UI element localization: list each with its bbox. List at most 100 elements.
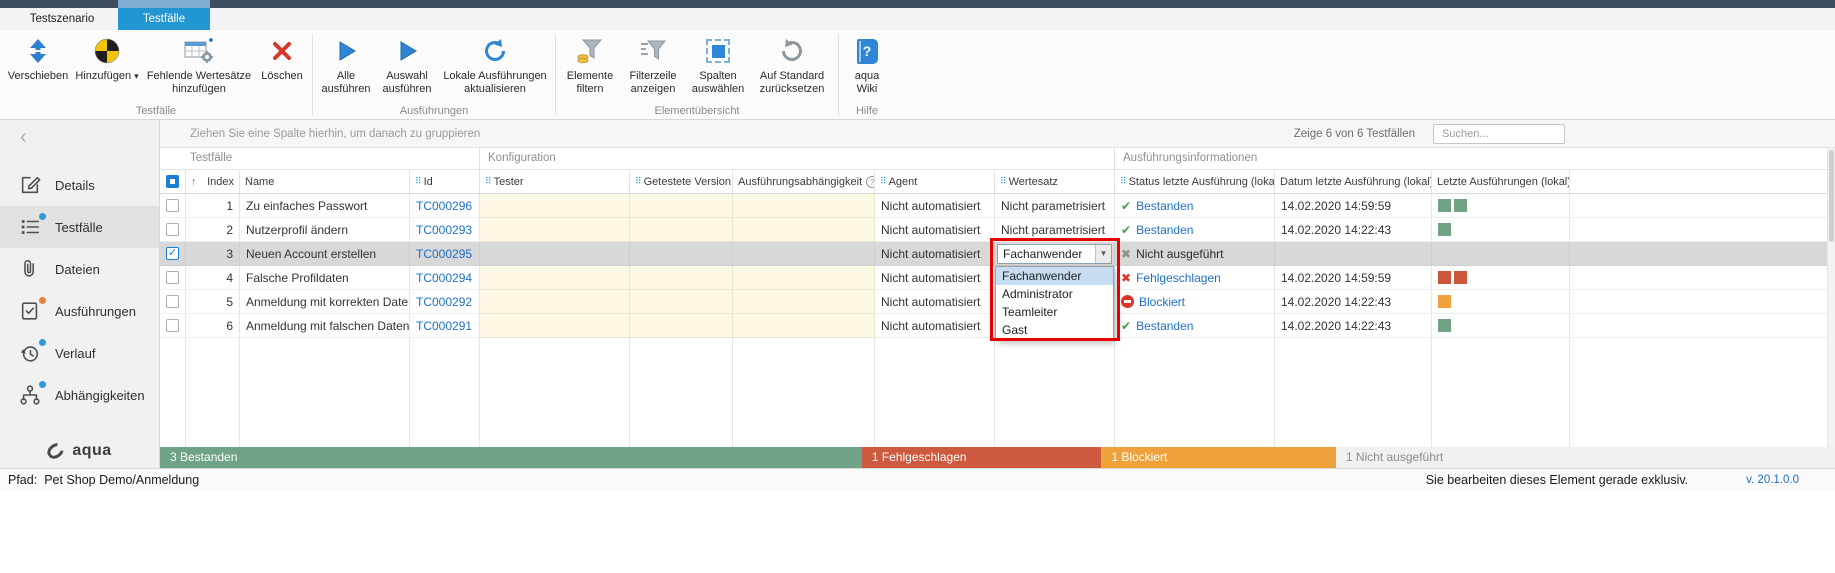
cell-tester[interactable]	[480, 314, 630, 338]
cell-datum: 14.02.2020 14:22:43	[1275, 314, 1432, 338]
cell-getestete-version[interactable]	[630, 194, 733, 218]
testcase-id-link[interactable]: TC000294	[416, 271, 472, 285]
search-input[interactable]	[1442, 128, 1584, 140]
spalten-auswaehlen-button[interactable]: Spalten auswählen	[686, 30, 750, 96]
testcase-id-link[interactable]: TC000293	[416, 223, 472, 237]
elemente-filtern-button[interactable]: Elemente filtern	[560, 30, 620, 96]
cell-datum	[1275, 242, 1432, 266]
table-row-selected: ✓ 3 Neuen Account erstellen TC000295 Nic…	[160, 242, 1835, 266]
verschieben-button[interactable]: Verschieben	[4, 30, 72, 83]
status-link[interactable]: Blockiert	[1139, 295, 1185, 309]
sidebar-item-verlauf[interactable]: Verlauf	[0, 332, 159, 374]
row-checkbox[interactable]	[166, 319, 179, 332]
row-checkbox-checked[interactable]: ✓	[166, 247, 179, 260]
cell-ausfuehrungsabhaengigkeit[interactable]	[733, 290, 875, 314]
band-ausfuehrungsinformationen: Ausführungsinformationen	[1115, 148, 1835, 169]
vertical-scrollbar[interactable]	[1827, 148, 1835, 447]
status-link[interactable]: Bestanden	[1136, 319, 1193, 333]
column-header-wertesatz[interactable]: ⠿ Wertesatz	[995, 170, 1115, 193]
ribbon-group-label: Ausführungen	[313, 105, 555, 117]
summary-segment-bestanden: 3 Bestanden	[160, 447, 862, 468]
scrollbar-thumb[interactable]	[1829, 150, 1834, 242]
standard-zuruecksetzen-button[interactable]: Auf Standard zurücksetzen	[750, 30, 834, 96]
select-all-checkbox[interactable]	[166, 175, 179, 188]
cell-getestete-version[interactable]	[630, 290, 733, 314]
column-header-index[interactable]: ↑ Index	[186, 170, 240, 193]
status-link[interactable]: Fehlgeschlagen	[1136, 271, 1221, 285]
tab-testfaelle[interactable]: Testfälle	[118, 0, 210, 30]
status-link[interactable]: Bestanden	[1136, 223, 1193, 237]
cell-ausfuehrungsabhaengigkeit[interactable]	[733, 194, 875, 218]
dropdown-option[interactable]: Gast	[996, 321, 1113, 339]
column-header-ausfuehrungsabhaengigkeit[interactable]: Ausführungsabhängigkeit ?	[733, 170, 875, 193]
sidebar-item-ausfuehrungen[interactable]: Ausführungen	[0, 290, 159, 332]
row-checkbox[interactable]	[166, 295, 179, 308]
cell-agent: Nicht automatisiert	[875, 242, 995, 266]
cell-name: Zu einfaches Passwort	[240, 194, 410, 218]
fehlende-wertesaetze-button[interactable]: Fehlende Wertesätze hinzufügen	[142, 30, 256, 96]
column-header-name[interactable]: Name	[240, 170, 410, 193]
dropdown-option[interactable]: Fachanwender	[996, 267, 1113, 285]
testcase-id-link[interactable]: TC000296	[416, 199, 472, 213]
alle-ausfuehren-button[interactable]: Alle ausführen	[317, 30, 375, 96]
cell-getestete-version[interactable]	[630, 266, 733, 290]
status-blocked-icon	[1121, 295, 1134, 308]
history-icon	[18, 341, 42, 365]
move-icon	[25, 35, 51, 67]
wertesatz-combobox[interactable]: Fachanwender ▾	[997, 244, 1112, 264]
column-header-status[interactable]: ⠿ Status letzte Ausführung (lokal)	[1115, 170, 1275, 193]
cell-ausfuehrungsabhaengigkeit[interactable]	[733, 266, 875, 290]
sidebar-item-details[interactable]: Details	[0, 164, 159, 206]
column-header-datum[interactable]: Datum letzte Ausführung (lokal)	[1275, 170, 1432, 193]
cell-ausfuehrungsabhaengigkeit[interactable]	[733, 218, 875, 242]
cell-ausfuehrungsabhaengigkeit[interactable]	[733, 242, 875, 266]
loeschen-button[interactable]: Löschen	[256, 30, 308, 83]
sidebar-item-abhaengigkeiten[interactable]: Abhängigkeiten	[0, 374, 159, 416]
aqua-wiki-button[interactable]: ? aqua Wiki	[843, 30, 891, 96]
cell-getestete-version[interactable]	[630, 314, 733, 338]
cell-wertesatz: Nicht parametrisiert	[995, 218, 1115, 242]
column-drag-icon: ⠿	[1000, 176, 1006, 187]
tab-testszenario[interactable]: Testszenario	[8, 8, 116, 30]
column-header-letzte-ausfuehrungen[interactable]: Letzte Ausführungen (lokal)	[1432, 170, 1570, 193]
band-testfaelle: Testfälle	[160, 148, 480, 169]
column-header-getestete-version[interactable]: ⠿ Getestete Version	[630, 170, 733, 193]
sidebar-collapse-chevron[interactable]: ‹	[0, 120, 159, 154]
testcase-id-link[interactable]: TC000291	[416, 319, 472, 333]
row-checkbox[interactable]	[166, 199, 179, 212]
cell-ausfuehrungsabhaengigkeit[interactable]	[733, 314, 875, 338]
cell-tester[interactable]	[480, 218, 630, 242]
sidebar-item-dateien[interactable]: Dateien	[0, 248, 159, 290]
combobox-dropdown-button[interactable]: ▾	[1095, 245, 1111, 263]
column-header-tester[interactable]: ⠿ Tester	[480, 170, 630, 193]
status-bar: Pfad: Pet Shop Demo/Anmeldung Sie bearbe…	[0, 468, 1835, 490]
dropdown-option[interactable]: Teamleiter	[996, 303, 1113, 321]
cell-tester[interactable]	[480, 266, 630, 290]
history-square	[1454, 271, 1467, 284]
cell-tester[interactable]	[480, 242, 630, 266]
testcase-id-link[interactable]: TC000292	[416, 295, 472, 309]
lokale-aktualisieren-button[interactable]: Lokale Ausführungen aktualisieren	[439, 30, 551, 96]
filterzeile-button[interactable]: Filterzeile anzeigen	[620, 30, 686, 96]
cell-getestete-version[interactable]	[630, 242, 733, 266]
auswahl-ausfuehren-button[interactable]: Auswahl ausführen	[375, 30, 439, 96]
cell-tester[interactable]	[480, 290, 630, 314]
sidebar-item-testfaelle[interactable]: Testfälle	[0, 206, 159, 248]
dependencies-icon	[18, 383, 42, 407]
column-header-id[interactable]: ⠿ Id	[410, 170, 480, 193]
ribbon-group-ausfuehrungen: Alle ausführen Auswahl ausführen Lokale …	[313, 30, 555, 119]
hinzufuegen-button[interactable]: Hinzufügen▾	[72, 30, 142, 83]
row-checkbox[interactable]	[166, 271, 179, 284]
paperclip-icon	[18, 257, 42, 281]
cell-index: 3	[186, 242, 240, 266]
tab-label: Testfälle	[143, 13, 185, 25]
cell-status: Blockiert	[1115, 290, 1275, 314]
row-checkbox[interactable]	[166, 223, 179, 236]
testcase-id-link[interactable]: TC000295	[416, 247, 472, 261]
ribbon-group-label: Testfälle	[0, 105, 312, 117]
column-header-agent[interactable]: ⠿ Agent	[875, 170, 995, 193]
cell-tester[interactable]	[480, 194, 630, 218]
dropdown-option[interactable]: Administrator	[996, 285, 1113, 303]
status-link[interactable]: Bestanden	[1136, 199, 1193, 213]
cell-getestete-version[interactable]	[630, 218, 733, 242]
